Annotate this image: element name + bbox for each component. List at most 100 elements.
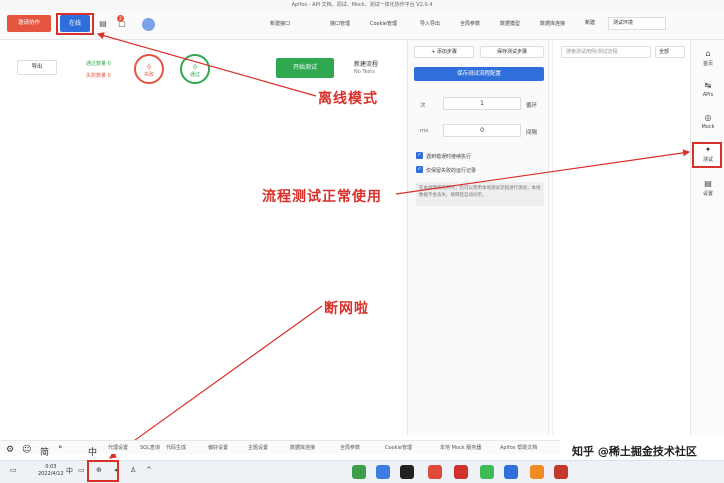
toolbar-item-0[interactable]: 接口管理 xyxy=(330,19,350,29)
pass-circle: 0 通过 xyxy=(180,54,210,84)
status-item-9[interactable]: 代理设置 xyxy=(108,444,128,451)
stat-fail: 失败数量 0 xyxy=(86,73,111,79)
fail-circle: 0 失败 xyxy=(134,54,164,84)
toolbar-item-4[interactable]: 数据模型 xyxy=(500,19,520,29)
app-icon-7[interactable] xyxy=(504,465,518,479)
home-icon: ⌂ xyxy=(705,49,711,58)
ime-item-1[interactable]: ° xyxy=(58,445,63,455)
env-select[interactable]: 测试环境 xyxy=(608,17,666,30)
tree-search-input[interactable]: 搜索测试用例/测试流程 xyxy=(561,46,651,58)
app-icon-6[interactable] xyxy=(480,465,494,479)
window-title-bar: Apifox - API 文档、调试、Mock、测试一体化协作平台 V2.0.4 xyxy=(0,0,724,10)
app-icon-9[interactable] xyxy=(554,465,568,479)
interval-label: 间隔 xyxy=(526,130,538,136)
rail-item-home[interactable]: ⌂ 首页 xyxy=(693,48,723,72)
tray-expand-icon[interactable]: ^ xyxy=(146,466,152,474)
annotation-offline: 离线模式 xyxy=(318,91,378,107)
app-icon-4[interactable] xyxy=(428,465,442,479)
export-button[interactable]: 导出 xyxy=(17,60,57,75)
taskbar: ▭ 0:03 2022/4/12 中 ▭ ⊕ ◂ ♙ ^ xyxy=(0,460,724,483)
tray-lang[interactable]: 中 xyxy=(66,466,73,476)
invite-button[interactable]: 邀请协作 xyxy=(7,15,51,32)
notification-badge: 2 xyxy=(117,15,124,22)
annotation-disconnected: 断网啦 xyxy=(324,301,369,317)
save-steps-button[interactable]: 保存测试步骤 xyxy=(480,46,544,58)
ime-item-2[interactable]: 简 xyxy=(40,445,49,458)
loop-label: 循环 xyxy=(526,103,538,109)
app-icon-5[interactable] xyxy=(454,465,468,479)
avatar[interactable] xyxy=(142,18,155,31)
status-item-3[interactable]: 全局参数 xyxy=(340,444,360,451)
offline-note: 在本地网络断开时，仍可以使用本地测试流程进行测试，本地数据不会丢失，联网后自动同… xyxy=(416,182,544,206)
status-bar: Apifox 帮助文档 本地 Mock 服务器 Cookie管理 全局参数 数据… xyxy=(0,440,560,454)
api-icon: ↹ xyxy=(704,81,712,90)
rail-label: Mock xyxy=(701,124,715,130)
rail-item-mock[interactable]: ◎ Mock xyxy=(693,112,723,136)
continue-on-error-label: 遇到错误时继续执行 xyxy=(426,154,472,160)
loop-input[interactable]: 1 xyxy=(443,97,521,110)
window-title: Apifox - API 文档、调试、Mock、测试一体化协作平台 V2.0.4 xyxy=(291,2,433,8)
online-button-highlight xyxy=(56,13,94,35)
rail-item-apis[interactable]: ↹ APIs xyxy=(693,80,723,104)
network-icon-highlight xyxy=(87,460,119,482)
pass-label: 通过 xyxy=(189,72,200,78)
tray-window-icon[interactable]: ▭ xyxy=(78,466,85,474)
status-item-1[interactable]: 本地 Mock 服务器 xyxy=(440,444,481,451)
flow-name: 新建流程 xyxy=(354,61,379,68)
test-tree-panel: 搜索测试用例/测试流程 全部 xyxy=(552,40,690,435)
toolbar-item-5[interactable]: 数据库连接 xyxy=(540,19,565,29)
mock-icon: ◎ xyxy=(704,113,712,122)
taskbar-clock[interactable]: 0:03 2022/4/12 xyxy=(38,464,64,478)
rail-label: 首页 xyxy=(702,61,713,67)
continue-on-error-checkbox[interactable]: ✓ xyxy=(416,152,423,159)
ime-item-0[interactable]: 中 xyxy=(88,445,97,458)
save-config-button[interactable]: 保存测试流程配置 xyxy=(414,67,544,81)
rail-label: APIs xyxy=(702,92,714,98)
test-tab-highlight xyxy=(692,142,722,168)
ime-item-3[interactable]: ☺ xyxy=(22,445,31,455)
flow-env: No Tests xyxy=(354,69,375,75)
rail-label: 设置 xyxy=(702,191,713,197)
notes-icon[interactable]: ▤ xyxy=(98,19,108,29)
stat-pass: 通过数量 0 xyxy=(86,61,111,67)
annotation-flow-ok: 流程测试正常使用 xyxy=(262,189,382,205)
interval-input[interactable]: 0 xyxy=(443,124,521,137)
run-test-button[interactable]: 开始测试 xyxy=(276,58,334,78)
status-item-7[interactable]: 代码生成 xyxy=(166,444,186,451)
fail-count: 0 xyxy=(147,64,151,71)
status-item-0[interactable]: Apifox 帮助文档 xyxy=(500,444,537,451)
status-item-4[interactable]: 数据库连接 xyxy=(290,444,315,451)
status-item-6[interactable]: 偏好设置 xyxy=(208,444,228,451)
clock-date: 2022/4/12 xyxy=(38,471,64,477)
tab-new-interface[interactable]: 新建接口 xyxy=(270,19,290,29)
app-icon-8[interactable] xyxy=(530,465,544,479)
toolbar-item-3[interactable]: 全局参数 xyxy=(460,19,480,29)
doc-icon: ▤ xyxy=(704,179,712,188)
status-item-5[interactable]: 主题设置 xyxy=(248,444,268,451)
rail-item-settings[interactable]: ▤ 设置 xyxy=(693,178,723,202)
watermark: 知乎 @稀土掘金技术社区 xyxy=(572,445,697,458)
app-icon-3[interactable] xyxy=(400,465,414,479)
fail-label: 失败 xyxy=(143,72,154,78)
pass-count: 0 xyxy=(193,64,197,71)
clock-time: 0:03 xyxy=(45,464,57,470)
app-toolbar: 邀请协作 在线 ▤ ▢ 2 新建接口 接口管理 Cookie管理 导入导出 全局… xyxy=(0,10,724,40)
new-button[interactable]: 新建 xyxy=(585,17,605,30)
qq-tray-icon[interactable]: ♙ xyxy=(130,466,136,474)
interval-unit: ms xyxy=(420,128,429,134)
loop-unit: 次 xyxy=(420,103,426,109)
ime-item-4[interactable]: ⚙ xyxy=(6,445,14,455)
add-step-button[interactable]: + 添加步骤 xyxy=(414,46,474,58)
show-desktop-icon[interactable]: ▭ xyxy=(10,466,17,474)
keep-failed-label: 仅保留失败的运行记录 xyxy=(426,168,477,174)
flow-config-panel: 保存测试步骤 + 添加步骤 保存测试流程配置 循环 1 次 间隔 0 ms ✓ … xyxy=(407,40,549,435)
toolbar-item-1[interactable]: Cookie管理 xyxy=(370,19,397,29)
toolbar-item-2[interactable]: 导入导出 xyxy=(420,19,440,29)
status-item-8[interactable]: SQL查询 xyxy=(140,444,160,451)
right-rail: ⌂ 首页 ↹ APIs ◎ Mock ✦ 测试 ▤ 设置 xyxy=(690,40,724,435)
keep-failed-checkbox[interactable]: ✓ xyxy=(416,166,423,173)
status-item-2[interactable]: Cookie管理 xyxy=(385,444,412,451)
app-icon-2[interactable] xyxy=(376,465,390,479)
tree-filter-select[interactable]: 全部 xyxy=(655,46,685,58)
app-icon-1[interactable] xyxy=(352,465,366,479)
